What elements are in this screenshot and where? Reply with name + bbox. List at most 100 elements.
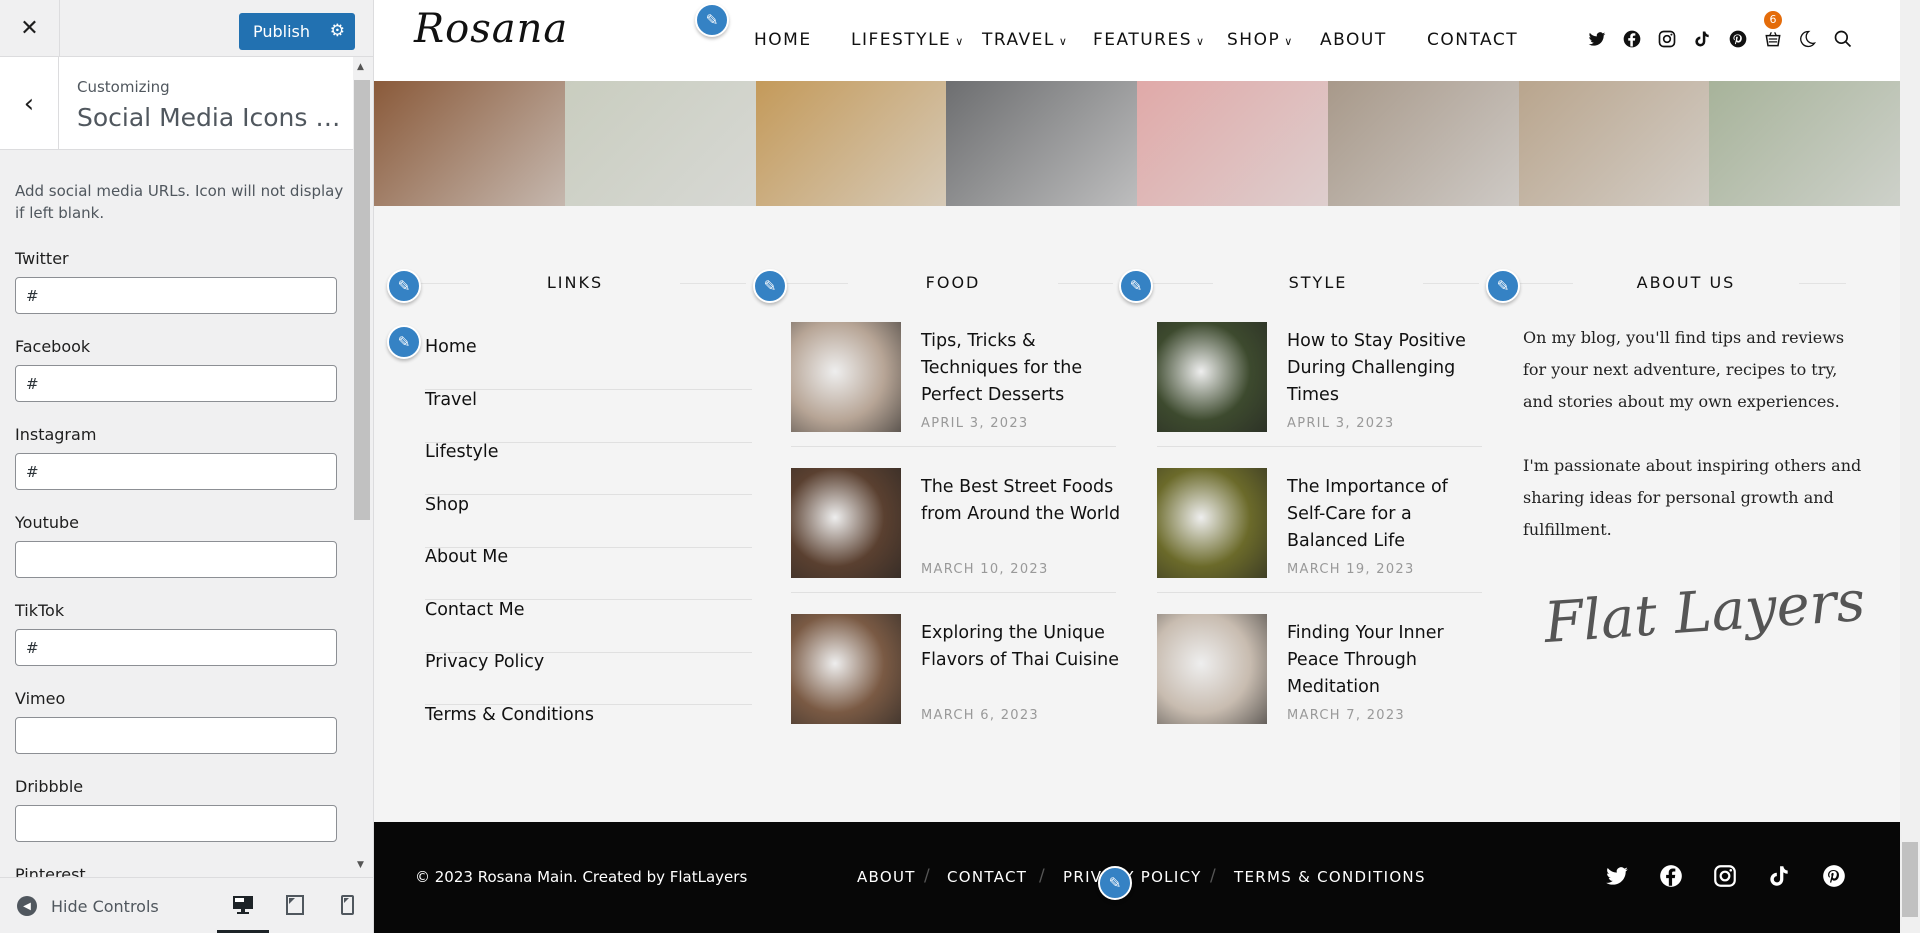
- url-input[interactable]: #: [15, 277, 337, 314]
- edit-footer-menu-pencil-icon[interactable]: ✎: [1098, 866, 1132, 900]
- footer-nav-contact[interactable]: CONTACT: [947, 868, 1027, 886]
- mobile-preview-icon[interactable]: [336, 894, 358, 916]
- footer-link-item[interactable]: Contact Me: [425, 600, 752, 653]
- edit-widget-pencil-icon[interactable]: ✎: [387, 325, 421, 359]
- strip-image[interactable]: [1137, 81, 1328, 206]
- post-title[interactable]: The Importance of Self-Care for a Balanc…: [1287, 474, 1487, 555]
- strip-image[interactable]: [756, 81, 947, 206]
- footer-nav-about[interactable]: ABOUT: [857, 868, 916, 886]
- nav-label: CONTACT: [1427, 30, 1518, 50]
- footer-link-item[interactable]: About Me: [425, 547, 752, 600]
- nav-item-contact[interactable]: CONTACT: [1427, 30, 1518, 50]
- strip-image[interactable]: [1519, 81, 1710, 206]
- strip-image[interactable]: [374, 81, 565, 206]
- post-title[interactable]: The Best Street Foods from Around the Wo…: [921, 474, 1121, 528]
- gear-icon[interactable]: ⚙: [330, 21, 345, 41]
- tiktok-icon[interactable]: [1766, 863, 1792, 889]
- post-thumbnail[interactable]: [1157, 468, 1267, 578]
- url-input[interactable]: [15, 805, 337, 842]
- url-input[interactable]: #: [15, 365, 337, 402]
- close-customizer-button[interactable]: ✕: [0, 0, 60, 57]
- pinterest-icon[interactable]: [1821, 863, 1847, 889]
- footer-link-item[interactable]: Shop: [425, 495, 752, 548]
- field-label: Facebook: [15, 337, 337, 356]
- nav-item-shop[interactable]: SHOP∨: [1227, 30, 1294, 50]
- strip-image[interactable]: [1328, 81, 1519, 206]
- nav-label: TRAVEL: [982, 30, 1055, 50]
- footer-link-item[interactable]: Home: [425, 337, 752, 390]
- preview-scrollbar[interactable]: [1900, 0, 1920, 933]
- nav-item-lifestyle[interactable]: LIFESTYLE∨: [851, 30, 965, 50]
- nav-item-about[interactable]: ABOUT: [1320, 30, 1387, 50]
- tablet-preview-icon[interactable]: [284, 894, 306, 916]
- edit-widget-pencil-icon[interactable]: ✎: [753, 269, 787, 303]
- edit-menu-pencil-icon[interactable]: ✎: [695, 3, 729, 37]
- nav-item-features[interactable]: FEATURES∨: [1093, 30, 1206, 50]
- post-item: The Importance of Self-Care for a Balanc…: [1157, 468, 1482, 614]
- instagram-icon[interactable]: [1712, 863, 1738, 889]
- twitter-icon[interactable]: [1587, 29, 1607, 49]
- instagram-icon[interactable]: [1657, 29, 1677, 49]
- cart-icon[interactable]: [1763, 29, 1783, 49]
- post-title[interactable]: Exploring the Unique Flavors of Thai Cui…: [921, 620, 1121, 674]
- facebook-icon[interactable]: [1658, 863, 1684, 889]
- edit-widget-pencil-icon[interactable]: ✎: [1486, 269, 1520, 303]
- instagram-image-strip: [374, 81, 1900, 206]
- post-title[interactable]: Finding Your Inner Peace Through Meditat…: [1287, 620, 1487, 701]
- tiktok-icon[interactable]: [1692, 29, 1712, 49]
- sidebar-scrollbar-thumb[interactable]: [354, 80, 370, 520]
- customizer-topbar: ✕ Publish⚙: [0, 0, 373, 57]
- footer-link-item[interactable]: Terms & Conditions: [425, 705, 752, 758]
- scroll-up-arrow-icon[interactable]: ▲: [357, 62, 364, 72]
- social-field-dribbble: Dribbble: [15, 777, 337, 842]
- edit-widget-pencil-icon[interactable]: ✎: [387, 269, 421, 303]
- nav-item-home[interactable]: HOME: [754, 30, 812, 50]
- scroll-down-arrow-icon[interactable]: ▼: [357, 860, 364, 870]
- divider: [791, 446, 1116, 447]
- moon-icon[interactable]: [1797, 29, 1817, 49]
- publish-button[interactable]: Publish⚙: [239, 13, 355, 50]
- nav-label: HOME: [754, 30, 812, 50]
- field-label: Instagram: [15, 425, 337, 444]
- footer-nav-terms-conditions[interactable]: TERMS & CONDITIONS: [1234, 868, 1426, 886]
- post-thumbnail[interactable]: [1157, 614, 1267, 724]
- footer-link-item[interactable]: Lifestyle: [425, 442, 752, 495]
- divider: [1157, 592, 1482, 593]
- desktop-preview-icon[interactable]: [232, 894, 254, 916]
- section-title: Social Media Icons (Header): [77, 103, 347, 132]
- search-icon[interactable]: [1833, 29, 1853, 49]
- post-title[interactable]: Tips, Tricks & Techniques for the Perfec…: [921, 328, 1121, 409]
- pinterest-icon[interactable]: [1728, 29, 1748, 49]
- strip-image[interactable]: [1709, 81, 1900, 206]
- chevron-down-icon: ∨: [955, 35, 965, 48]
- post-title[interactable]: How to Stay Positive During Challenging …: [1287, 328, 1487, 409]
- nav-item-travel[interactable]: TRAVEL∨: [982, 30, 1068, 50]
- post-item: How to Stay Positive During Challenging …: [1157, 322, 1482, 468]
- url-input[interactable]: #: [15, 629, 337, 666]
- customizer-sidebar: ✕ Publish⚙ ‹ Customizing Social Media Ic…: [0, 0, 374, 933]
- post-item: Tips, Tricks & Techniques for the Perfec…: [791, 322, 1116, 468]
- url-input[interactable]: [15, 541, 337, 578]
- field-label: Vimeo: [15, 689, 337, 708]
- footer-link-item[interactable]: Privacy Policy: [425, 652, 752, 705]
- post-date: APRIL 3, 2023: [1287, 416, 1395, 431]
- chevron-left-icon: ‹: [24, 89, 34, 119]
- url-input[interactable]: [15, 717, 337, 754]
- footer-link-item[interactable]: Travel: [425, 390, 752, 443]
- strip-image[interactable]: [946, 81, 1137, 206]
- social-field-instagram: Instagram #: [15, 425, 337, 490]
- post-thumbnail[interactable]: [791, 614, 901, 724]
- post-thumbnail[interactable]: [791, 468, 901, 578]
- back-button[interactable]: ‹: [0, 57, 59, 150]
- twitter-icon[interactable]: [1604, 863, 1630, 889]
- footer-nav-privacy-policy[interactable]: PRIVACY POLICY: [1063, 868, 1202, 886]
- strip-image[interactable]: [565, 81, 756, 206]
- site-logo[interactable]: Rosana: [414, 6, 568, 52]
- post-thumbnail[interactable]: [1157, 322, 1267, 432]
- hide-controls-button[interactable]: ◀Hide Controls: [17, 896, 159, 916]
- facebook-icon[interactable]: [1622, 29, 1642, 49]
- post-thumbnail[interactable]: [791, 322, 901, 432]
- preview-scrollbar-thumb[interactable]: [1902, 842, 1918, 917]
- url-input[interactable]: #: [15, 453, 337, 490]
- edit-widget-pencil-icon[interactable]: ✎: [1119, 269, 1153, 303]
